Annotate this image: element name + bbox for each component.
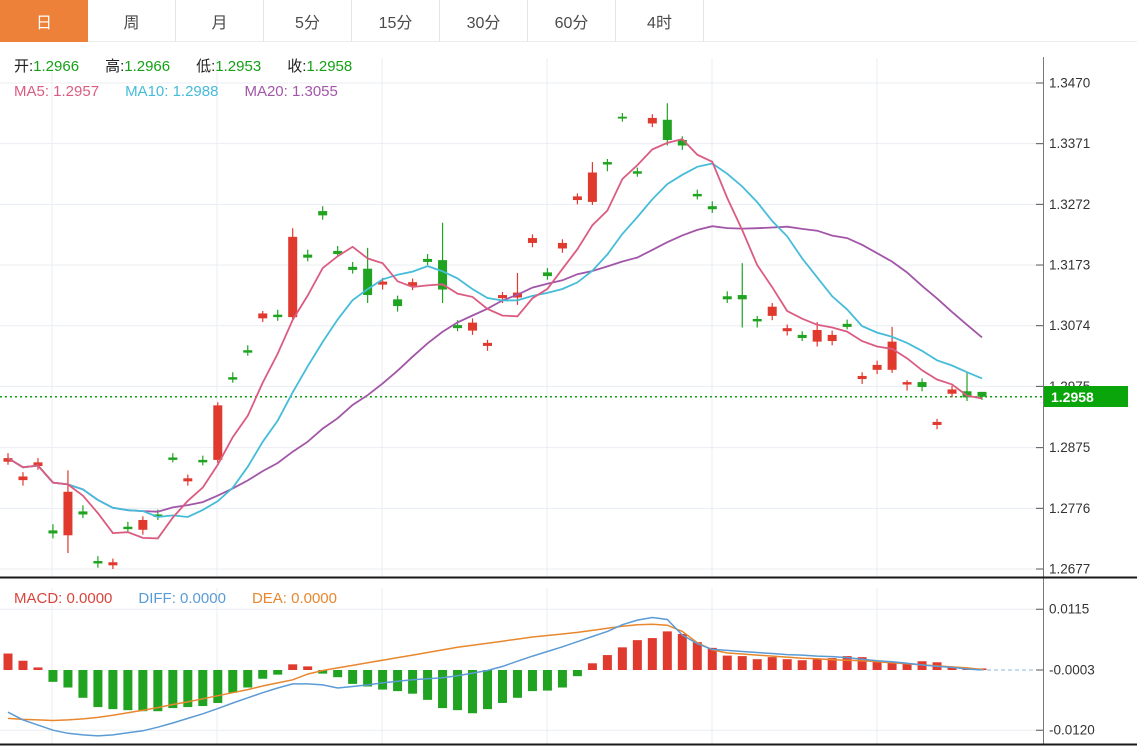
tab-4hour[interactable]: 4时 <box>616 0 704 42</box>
price-axis-label: 1.2776 <box>1049 501 1090 516</box>
price-axis-label: 1.3371 <box>1049 136 1090 151</box>
price-axis-label: 1.2875 <box>1049 440 1090 455</box>
kline-chart-canvas: 1.34701.33711.32721.31731.30741.29751.28… <box>0 57 1137 746</box>
candles <box>3 103 987 569</box>
price-axis-label: 1.2677 <box>1049 562 1090 577</box>
macd-histogram <box>3 631 987 714</box>
legend-item-2: MA20: 1.3055 <box>244 83 338 100</box>
tab-day[interactable]: 日 <box>0 0 88 42</box>
macd-axis-label: -0.0003 <box>1049 663 1095 678</box>
legend-item-0: MACD: 0.0000 <box>14 590 113 607</box>
gridlines <box>0 58 1043 744</box>
macd-axis-label: -0.0120 <box>1049 723 1095 738</box>
ohlc-item-0: 开:1.2966 <box>14 58 80 75</box>
legend-item-1: MA10: 1.2988 <box>125 83 219 100</box>
kline-app: 1.34701.33711.32721.31731.30741.29751.28… <box>0 0 1137 754</box>
macd-axis-label: 0.0115 <box>1049 602 1089 617</box>
ohlc-item-1: 高:1.2966 <box>105 58 171 75</box>
ohlc-item-2: 低:1.2953 <box>196 58 262 75</box>
tab-30min[interactable]: 30分 <box>440 0 528 42</box>
tab-15min[interactable]: 15分 <box>352 0 440 42</box>
tab-week[interactable]: 周 <box>88 0 176 42</box>
timeframe-tab-bar: 日周月 5分 15分 30分 60分 4时 <box>0 0 1137 42</box>
ohlc-legend: 开:1.2966 高:1.2966 低:1.2953 收:1.2958 <box>14 58 378 76</box>
price-axis-label: 1.3074 <box>1049 318 1091 333</box>
legend-item-1: DIFF: 0.0000 <box>138 590 226 607</box>
tab-60min[interactable]: 60分 <box>528 0 616 42</box>
current-price-tag: 1.2958 <box>1044 386 1128 407</box>
tab-5min[interactable]: 5分 <box>264 0 352 42</box>
price-axis-label: 1.3470 <box>1049 76 1090 91</box>
price-axis-label: 1.3272 <box>1049 197 1090 212</box>
ma-legend: MA5: 1.2957 MA10: 1.2988 MA20: 1.3055 <box>14 83 364 101</box>
ma20-line <box>7 225 983 513</box>
legend-item-2: DEA: 0.0000 <box>251 590 337 607</box>
ohlc-item-3: 收:1.2958 <box>287 58 353 75</box>
price-axis-label: 1.3173 <box>1049 258 1090 273</box>
legend-item-0: MA5: 1.2957 <box>14 83 100 100</box>
macd-legend: MACD: 0.0000 DIFF: 0.0000 DEA: 0.0000 <box>14 590 363 608</box>
tab-month[interactable]: 月 <box>176 0 264 42</box>
